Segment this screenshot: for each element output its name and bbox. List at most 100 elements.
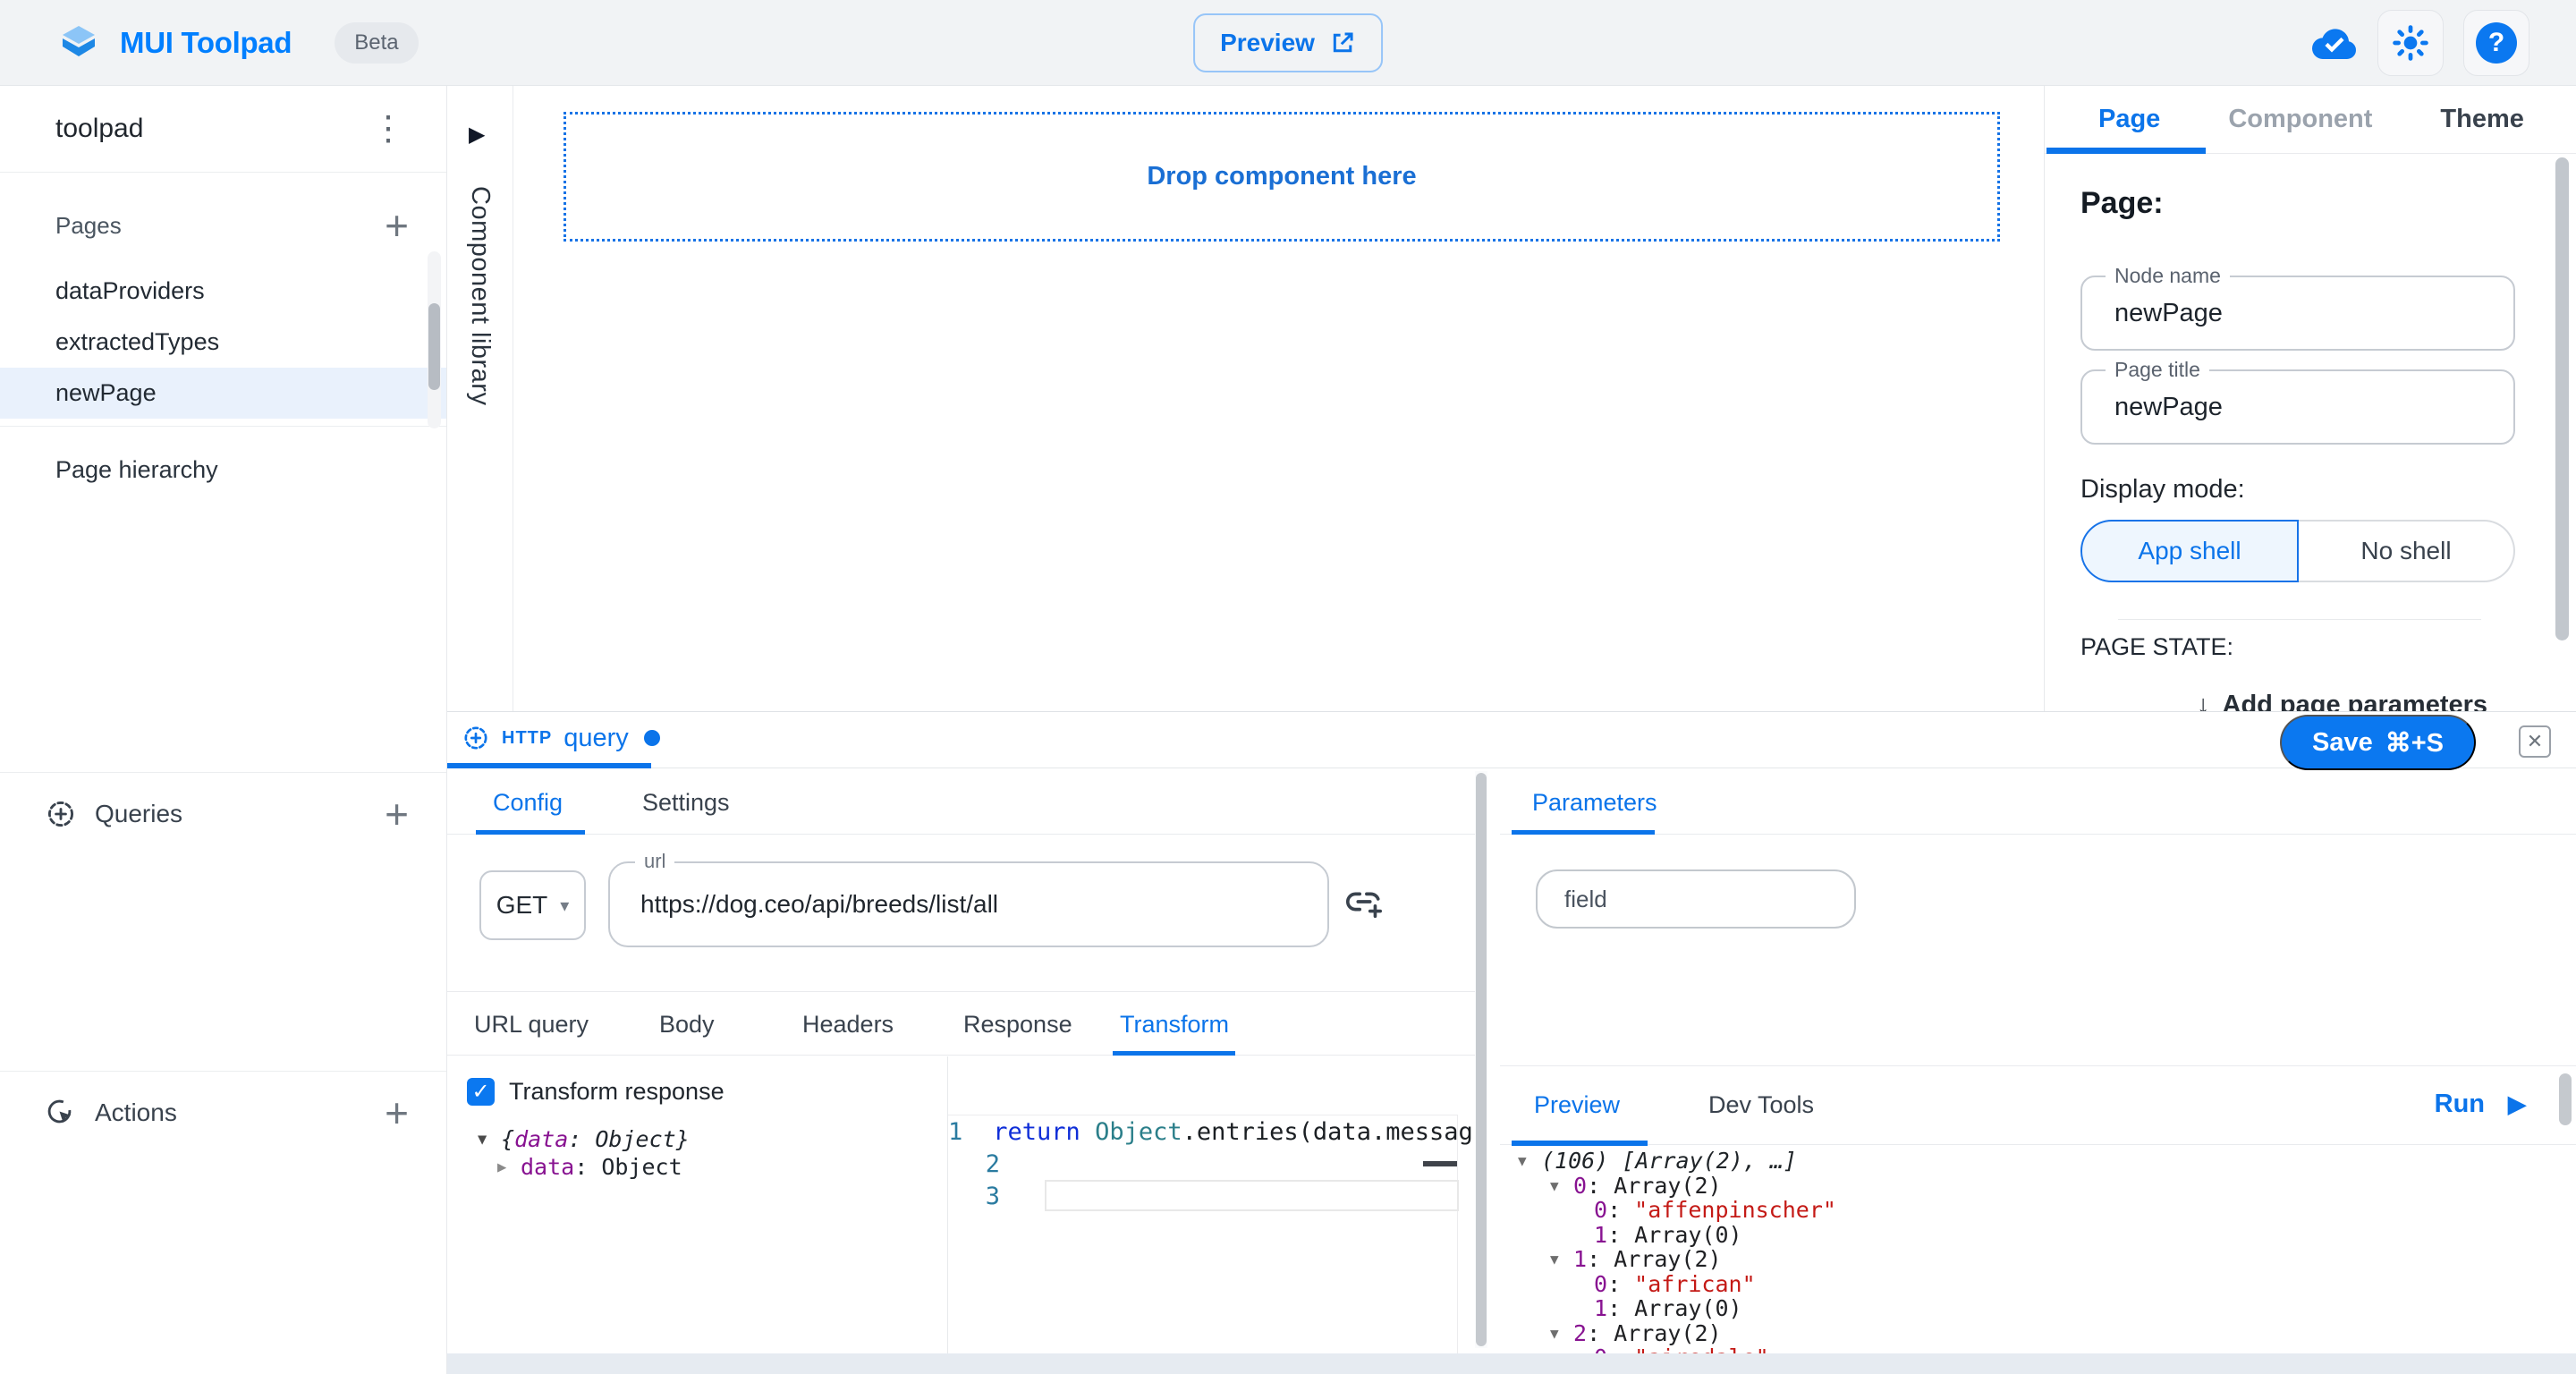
close-query-editor-button[interactable]: ✕	[2519, 725, 2551, 758]
component-dropzone[interactable]: Drop component here	[564, 112, 2000, 242]
code-line-1[interactable]: 1 return Object.entries(data.messag	[948, 1115, 1457, 1148]
url-field[interactable]: url https://dog.ceo/api/breeds/list/all	[608, 861, 1329, 947]
queries-section: Queries +	[0, 772, 446, 854]
add-page-button[interactable]: +	[379, 205, 414, 246]
down-arrow-icon: ↓	[2197, 691, 2210, 711]
tab-parameters[interactable]: Parameters	[1532, 789, 1657, 817]
page-item-extractedtypes[interactable]: extractedTypes	[0, 317, 446, 368]
expander-open-icon[interactable]: ▼	[1550, 1325, 1573, 1342]
page-item-label: newPage	[55, 379, 157, 407]
output-row[interactable]: ▼0: Array(2)	[1500, 1174, 2558, 1199]
beta-badge: Beta	[335, 22, 418, 64]
pages-list-scrollbar-thumb[interactable]	[428, 303, 440, 390]
output-row[interactable]: ▼1: Array(2)	[1500, 1247, 2558, 1272]
code-keyword: return	[993, 1118, 1095, 1146]
page-title-value[interactable]: newPage	[2082, 371, 2513, 443]
save-button[interactable]: Save ⌘+S	[2280, 715, 2476, 770]
add-action-button[interactable]: +	[379, 1092, 414, 1133]
expander-open-icon[interactable]: ▼	[1518, 1152, 1541, 1169]
http-method-select[interactable]: GET ▾	[479, 870, 586, 940]
output-sep: :	[1607, 1222, 1634, 1248]
node-name-value[interactable]: newPage	[2082, 277, 2513, 349]
tab-preview[interactable]: Preview	[1534, 1091, 1620, 1119]
tab-config[interactable]: Config	[493, 789, 563, 817]
unsaved-changes-dot	[644, 730, 660, 746]
preview-button[interactable]: Preview	[1193, 13, 1383, 72]
expander-open-icon[interactable]: ▼	[1550, 1251, 1573, 1268]
tab-settings[interactable]: Settings	[642, 789, 730, 817]
subtab-response[interactable]: Response	[963, 1011, 1072, 1039]
output-row[interactable]: 1: Array(0)	[1500, 1296, 2558, 1321]
check-icon: ✓	[471, 1079, 489, 1105]
display-mode-no-shell[interactable]: No shell	[2299, 520, 2515, 582]
page-state-label: PAGE STATE:	[2080, 633, 2233, 661]
component-library-bar[interactable]: ▶ Component library	[447, 86, 513, 711]
output-row[interactable]: ▼2: Array(2)	[1500, 1321, 2558, 1346]
query-tab[interactable]: HTTP query	[462, 712, 660, 764]
display-mode-app-shell[interactable]: App shell	[2080, 520, 2299, 582]
output-sep: :	[1607, 1295, 1634, 1321]
tab-component[interactable]: Component	[2228, 105, 2372, 134]
tree-child-row[interactable]: ▶ data: Object	[478, 1153, 690, 1181]
output-sep: :	[1607, 1197, 1634, 1223]
expander-open-icon[interactable]: ▼	[1550, 1177, 1573, 1194]
url-field-value[interactable]: https://dog.ceo/api/breeds/list/all	[610, 863, 1327, 946]
chevron-down-icon: ▾	[560, 895, 569, 917]
url-field-label: url	[635, 850, 674, 873]
page-item-newpage[interactable]: newPage	[0, 368, 446, 419]
output-row[interactable]: 0: "african"	[1500, 1272, 2558, 1297]
help-button[interactable]: ?	[2463, 10, 2529, 76]
transform-code-editor[interactable]: 1 return Object.entries(data.messag 2 3	[948, 1115, 1458, 1353]
add-page-parameters-button[interactable]: ↓ Add page parameters	[2197, 691, 2487, 711]
tab-theme[interactable]: Theme	[2440, 105, 2523, 134]
line-number: 2	[948, 1150, 1030, 1178]
config-pane-scrollbar-thumb[interactable]	[1476, 773, 1487, 1346]
tree-root-row[interactable]: ▼ {data: Object}	[478, 1125, 690, 1153]
page-hierarchy-item[interactable]: Page hierarchy	[0, 443, 446, 496]
queries-icon	[45, 798, 77, 830]
inspector-scrollbar-thumb[interactable]	[2555, 157, 2569, 640]
query-protocol-badge: HTTP	[502, 728, 552, 749]
tab-dev-tools[interactable]: Dev Tools	[1708, 1091, 1814, 1119]
add-query-button[interactable]: +	[379, 793, 414, 835]
subtab-headers[interactable]: Headers	[802, 1011, 894, 1039]
expander-closed-icon[interactable]: ▶	[497, 1158, 521, 1176]
page-item-label: extractedTypes	[55, 328, 219, 356]
run-button[interactable]: Run ▶	[2435, 1090, 2526, 1119]
output-row[interactable]: 1: Array(0)	[1500, 1223, 2558, 1248]
results-scrollbar-thumb[interactable]	[2559, 1073, 2572, 1125]
app-header: MUI Toolpad Beta Preview	[0, 0, 2576, 86]
output-row[interactable]: 0: "airedale"	[1500, 1345, 2558, 1353]
code-line-3[interactable]: 3	[948, 1180, 1457, 1212]
subtab-transform[interactable]: Transform	[1120, 1011, 1229, 1039]
inspector-divider	[2118, 619, 2481, 620]
subtab-body[interactable]: Body	[659, 1011, 715, 1039]
code-line-2[interactable]: 2	[948, 1148, 1457, 1180]
tab-page[interactable]: Page	[2098, 105, 2160, 134]
page-item-label: dataProviders	[55, 277, 205, 305]
expand-arrow-icon[interactable]: ▶	[469, 122, 485, 148]
config-pane-scrollbar[interactable]	[1475, 771, 1487, 1348]
parameter-field-input[interactable]: field	[1536, 869, 1856, 929]
output-key: 0	[1594, 1344, 1607, 1353]
active-tab-underline	[2046, 148, 2206, 154]
run-label: Run	[2435, 1090, 2485, 1119]
expander-open-icon[interactable]: ▼	[478, 1131, 501, 1149]
display-mode-label: Display mode:	[2080, 475, 2245, 505]
output-key: 1	[1594, 1222, 1607, 1248]
transform-response-checkbox[interactable]: ✓	[467, 1078, 495, 1106]
transform-tab-underline	[1113, 1051, 1235, 1056]
output-sep: :	[1587, 1320, 1614, 1346]
bind-link-icon[interactable]	[1343, 881, 1385, 922]
output-row[interactable]: ▼(106) [Array(2), …]	[1500, 1149, 2558, 1174]
page-title-field[interactable]: Page title newPage	[2080, 369, 2515, 445]
http-method-value: GET	[496, 891, 548, 920]
project-menu-kebab-icon[interactable]: ⋮	[364, 108, 412, 149]
page-item-dataproviders[interactable]: dataProviders	[0, 266, 446, 317]
subtab-url-query[interactable]: URL query	[474, 1011, 589, 1039]
node-name-field[interactable]: Node name newPage	[2080, 276, 2515, 351]
pages-list-scrollbar[interactable]	[428, 251, 441, 428]
theme-toggle-button[interactable]	[2377, 10, 2444, 76]
output-row[interactable]: 0: "affenpinscher"	[1500, 1198, 2558, 1223]
request-subtabs: URL query Body Headers Response Transfor…	[447, 991, 1487, 1056]
